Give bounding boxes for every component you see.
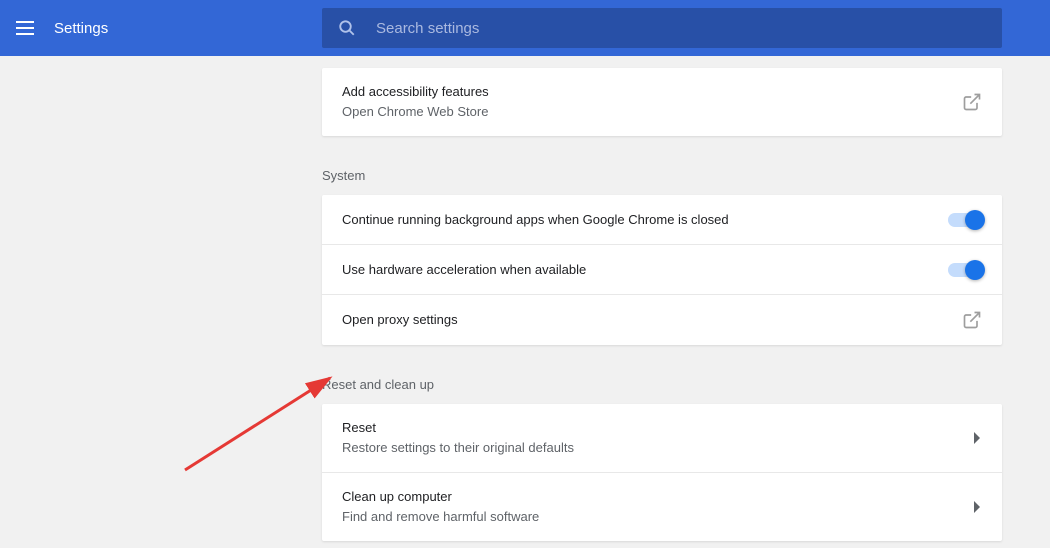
system-card: Continue running background apps when Go… (322, 195, 1002, 345)
proxy-label: Open proxy settings (342, 310, 962, 330)
accessibility-title: Add accessibility features (342, 82, 962, 102)
row-text: Continue running background apps when Go… (342, 210, 948, 230)
row-text: Add accessibility features Open Chrome W… (342, 82, 962, 122)
accessibility-row[interactable]: Add accessibility features Open Chrome W… (322, 68, 1002, 136)
search-bar[interactable] (322, 8, 1002, 48)
row-text: Reset Restore settings to their original… (342, 418, 974, 458)
row-text: Open proxy settings (342, 310, 962, 330)
search-input[interactable] (376, 20, 986, 37)
hw-accel-row[interactable]: Use hardware acceleration when available (322, 245, 1002, 295)
accessibility-subtitle: Open Chrome Web Store (342, 102, 962, 122)
reset-title: Reset (342, 418, 974, 438)
chevron-right-icon (974, 501, 982, 513)
cleanup-subtitle: Find and remove harmful software (342, 507, 974, 527)
cleanup-title: Clean up computer (342, 487, 974, 507)
external-link-icon (962, 310, 982, 330)
header: Settings (0, 0, 1050, 56)
hw-accel-label: Use hardware acceleration when available (342, 260, 948, 280)
hw-accel-toggle[interactable] (948, 263, 982, 277)
row-text: Use hardware acceleration when available (342, 260, 948, 280)
menu-icon[interactable] (16, 21, 34, 35)
page-title: Settings (54, 20, 108, 37)
reset-card: Reset Restore settings to their original… (322, 404, 1002, 541)
proxy-row[interactable]: Open proxy settings (322, 295, 1002, 345)
chevron-right-icon (974, 432, 982, 444)
reset-subtitle: Restore settings to their original defau… (342, 438, 974, 458)
external-link-icon (962, 92, 982, 112)
bg-apps-label: Continue running background apps when Go… (342, 210, 948, 230)
row-text: Clean up computer Find and remove harmfu… (342, 487, 974, 527)
search-icon (338, 19, 356, 37)
reset-section-title: Reset and clean up (322, 377, 1002, 404)
reset-row[interactable]: Reset Restore settings to their original… (322, 404, 1002, 473)
cleanup-row[interactable]: Clean up computer Find and remove harmfu… (322, 473, 1002, 541)
bg-apps-row[interactable]: Continue running background apps when Go… (322, 195, 1002, 245)
system-section-title: System (322, 168, 1002, 195)
accessibility-card: Add accessibility features Open Chrome W… (322, 68, 1002, 136)
bg-apps-toggle[interactable] (948, 213, 982, 227)
content: Add accessibility features Open Chrome W… (322, 56, 1002, 541)
